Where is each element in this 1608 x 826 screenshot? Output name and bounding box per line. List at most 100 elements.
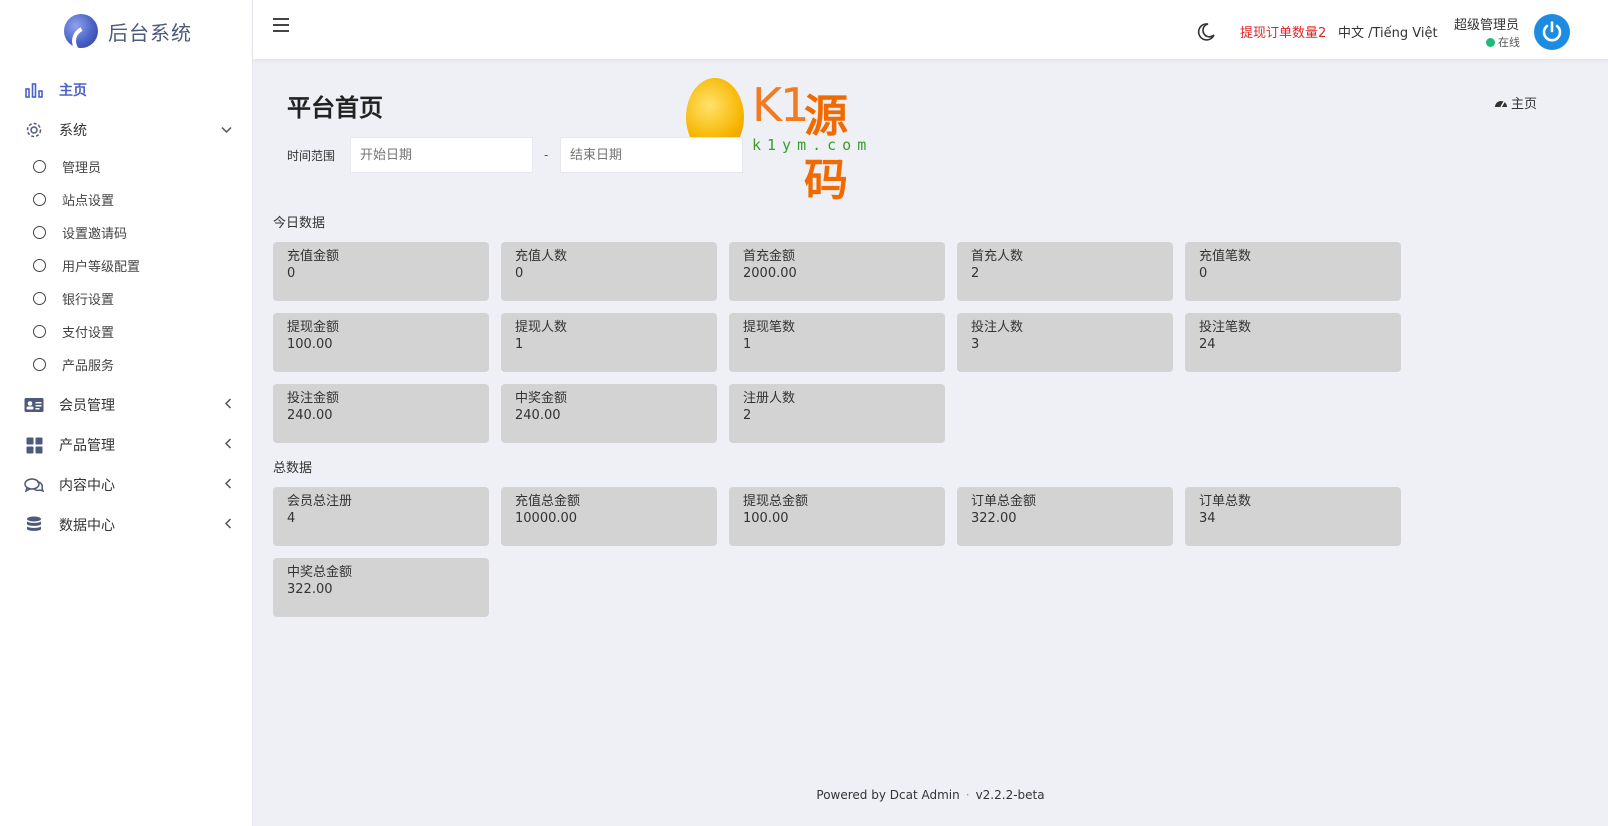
online-dot-icon <box>1486 37 1495 47</box>
stat-card: 中奖总金额 322.00 <box>273 558 489 617</box>
circle-icon <box>33 226 46 239</box>
stat-card: 注册人数 2 <box>729 384 945 443</box>
stat-card: 首充金额 2000.00 <box>729 242 945 301</box>
sidebar-sub-item-payment-settings[interactable]: 支付设置 <box>0 315 252 348</box>
stat-card: 充值金额 0 <box>273 242 489 301</box>
sidebar-item-members[interactable]: 会员管理 <box>0 385 252 425</box>
stat-card-value: 240.00 <box>287 408 333 423</box>
stat-card-label: 投注笔数 <box>1199 320 1252 335</box>
circle-icon <box>33 325 46 338</box>
sidebar-item-products[interactable]: 产品管理 <box>0 425 252 465</box>
sidebar-sub-item-label: 支付设置 <box>62 326 115 341</box>
today-section-title: 今日数据 <box>273 216 326 231</box>
stat-card-label: 提现笔数 <box>743 320 796 335</box>
stat-card: 充值笔数 0 <box>1185 242 1401 301</box>
sidebar-sub-item-bank-settings[interactable]: 银行设置 <box>0 282 252 315</box>
user-status-label: 在线 <box>1498 36 1520 49</box>
stat-card-value: 10000.00 <box>515 511 578 526</box>
end-date-input[interactable] <box>560 137 743 173</box>
stat-card-value: 322.00 <box>971 511 1017 526</box>
user-name[interactable]: 超级管理员 <box>1454 14 1519 33</box>
footer: Powered by Dcat Admin · v2.2.2-beta <box>253 788 1608 802</box>
chevron-left-icon <box>224 518 232 532</box>
withdraw-orders-alert[interactable]: 提现订单数量2 <box>1240 22 1326 41</box>
stat-card: 订单总数 34 <box>1185 487 1401 546</box>
sidebar-sub-item-product-service[interactable]: 产品服务 <box>0 348 252 381</box>
brand-logo <box>64 14 98 48</box>
sidebar-item-system[interactable]: 系统 <box>0 110 252 150</box>
stat-card-value: 1 <box>743 337 752 352</box>
sidebar-item-content[interactable]: 内容中心 <box>0 465 252 505</box>
sidebar-sub-item-user-level[interactable]: 用户等级配置 <box>0 249 252 282</box>
stat-card-value: 0 <box>287 266 296 281</box>
user-status: 在线 <box>1486 34 1520 50</box>
stat-card-label: 订单总金额 <box>971 494 1037 509</box>
moon-icon[interactable] <box>1196 22 1216 42</box>
stat-card-value: 100.00 <box>287 337 333 352</box>
breadcrumb[interactable]: 主页 <box>1494 93 1537 112</box>
stat-card-label: 投注金额 <box>287 391 340 406</box>
sidebar-sub-item-admins[interactable]: 管理员 <box>0 150 252 183</box>
chevron-down-icon <box>221 123 232 137</box>
stat-card-label: 订单总数 <box>1199 494 1252 509</box>
sidebar-sub-item-invite-code[interactable]: 设置邀请码 <box>0 216 252 249</box>
stat-card: 提现金额 100.00 <box>273 313 489 372</box>
stat-card-label: 首充金额 <box>743 249 796 264</box>
stat-card-value: 4 <box>287 511 296 526</box>
stat-card-value: 2000.00 <box>743 266 797 281</box>
stat-card: 提现总金额 100.00 <box>729 487 945 546</box>
sidebar-sub-item-label: 管理员 <box>62 161 102 176</box>
stat-card-label: 提现人数 <box>515 320 568 335</box>
database-icon <box>24 515 44 535</box>
brand[interactable]: 后台系统 <box>0 0 252 62</box>
stat-card: 订单总金额 322.00 <box>957 487 1173 546</box>
footer-separator: · <box>965 788 970 802</box>
watermark-brand: K1 <box>752 78 809 132</box>
stat-card-label: 注册人数 <box>743 391 796 406</box>
grid-icon <box>24 435 44 455</box>
footer-powered-by[interactable]: Powered by Dcat Admin <box>816 788 959 802</box>
stat-card: 投注人数 3 <box>957 313 1173 372</box>
sidebar-sub-item-label: 用户等级配置 <box>62 260 141 275</box>
stat-card-value: 1 <box>515 337 524 352</box>
circle-icon <box>33 358 46 371</box>
page-title: 平台首页 <box>287 94 383 122</box>
language-switch[interactable]: 中文 /Tiếng Việt <box>1338 22 1438 41</box>
chat-icon <box>24 475 44 495</box>
sidebar-item-data[interactable]: 数据中心 <box>0 505 252 545</box>
sidebar-sub-item-label: 银行设置 <box>62 293 115 308</box>
sidebar-item-label: 数据中心 <box>59 518 115 534</box>
stat-card-value: 100.00 <box>743 511 789 526</box>
stat-card: 充值人数 0 <box>501 242 717 301</box>
stat-card-value: 322.00 <box>287 582 333 597</box>
start-date-input[interactable] <box>350 137 533 173</box>
sidebar-item-home[interactable]: 主页 <box>0 70 252 110</box>
sidebar-item-label: 内容中心 <box>59 478 115 494</box>
stat-card-value: 24 <box>1199 337 1216 352</box>
stat-card-label: 投注人数 <box>971 320 1024 335</box>
stat-card: 充值总金额 10000.00 <box>501 487 717 546</box>
stat-card-value: 2 <box>971 266 980 281</box>
stat-card: 提现笔数 1 <box>729 313 945 372</box>
brand-name: 后台系统 <box>108 20 192 45</box>
id-card-icon <box>24 395 44 415</box>
stat-card-label: 充值金额 <box>287 249 340 264</box>
total-section-title: 总数据 <box>273 461 313 476</box>
stat-card: 投注笔数 24 <box>1185 313 1401 372</box>
sidebar-item-label: 主页 <box>59 83 87 99</box>
sidebar-sub-item-label: 产品服务 <box>62 359 115 374</box>
time-range-label: 时间范围 <box>287 149 336 163</box>
stat-card-value: 34 <box>1199 511 1216 526</box>
date-separator: - <box>544 148 549 162</box>
chevron-left-icon <box>224 438 232 452</box>
menu-icon[interactable] <box>273 18 289 32</box>
avatar[interactable] <box>1534 14 1570 50</box>
stat-card-value: 240.00 <box>515 408 561 423</box>
power-icon <box>1542 21 1562 42</box>
circle-icon <box>33 193 46 206</box>
sidebar-item-label: 产品管理 <box>59 438 115 454</box>
sidebar-item-label: 系统 <box>59 123 87 139</box>
stat-card-label: 会员总注册 <box>287 494 353 509</box>
sidebar-sub-item-site-settings[interactable]: 站点设置 <box>0 183 252 216</box>
stat-card-label: 充值笔数 <box>1199 249 1252 264</box>
